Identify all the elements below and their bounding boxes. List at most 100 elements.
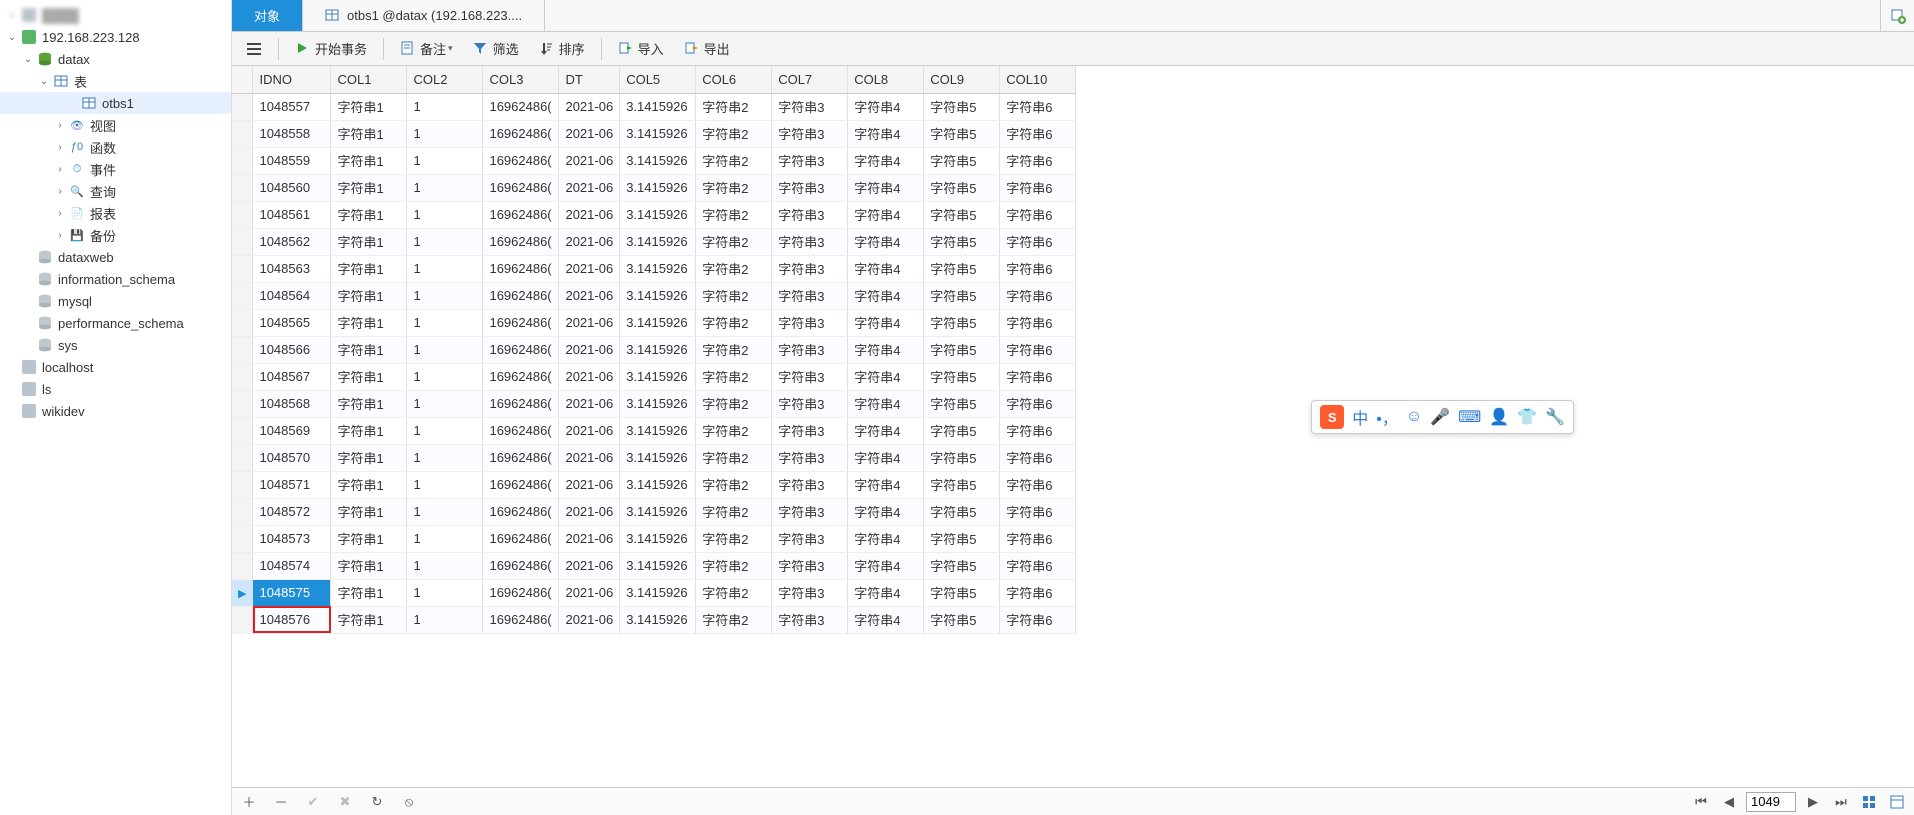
cell[interactable]: 字符串3 — [772, 93, 848, 120]
cell[interactable]: 字符串6 — [1000, 444, 1076, 471]
table-row[interactable]: 1048560字符串1116962486(2021-063.1415926字符串… — [232, 174, 1076, 201]
column-header[interactable]: COL8 — [848, 66, 924, 93]
cell[interactable]: 字符串4 — [848, 282, 924, 309]
prev-page-button[interactable]: ◀ — [1718, 791, 1740, 813]
cell[interactable]: 2021-06 — [559, 417, 620, 444]
cell[interactable]: 字符串4 — [848, 255, 924, 282]
cell[interactable]: 字符串2 — [696, 417, 772, 444]
cell[interactable]: 2021-06 — [559, 120, 620, 147]
cell[interactable]: 字符串1 — [331, 228, 407, 255]
cell[interactable]: 字符串1 — [331, 390, 407, 417]
cell[interactable]: 字符串1 — [331, 471, 407, 498]
cell[interactable]: 2021-06 — [559, 390, 620, 417]
cell[interactable]: 1 — [407, 390, 483, 417]
cell[interactable]: 1 — [407, 552, 483, 579]
cancel-edit-button[interactable]: ✖ — [334, 791, 356, 813]
cell[interactable]: 字符串3 — [772, 255, 848, 282]
cell[interactable]: 1 — [407, 471, 483, 498]
cell-idno[interactable]: 1048564 — [253, 282, 331, 309]
column-header[interactable]: COL9 — [924, 66, 1000, 93]
cell[interactable]: 16962486( — [483, 120, 559, 147]
cell[interactable]: 字符串4 — [848, 579, 924, 606]
tab-object[interactable]: 对象 — [232, 0, 303, 31]
cell[interactable]: 16962486( — [483, 417, 559, 444]
cell[interactable]: 字符串5 — [924, 309, 1000, 336]
cell[interactable]: 字符串2 — [696, 606, 772, 633]
cell[interactable]: 16962486( — [483, 579, 559, 606]
cell[interactable]: 1 — [407, 282, 483, 309]
cell[interactable]: 2021-06 — [559, 147, 620, 174]
cell[interactable]: 字符串4 — [848, 309, 924, 336]
cell[interactable]: 2021-06 — [559, 471, 620, 498]
table-row[interactable]: 1048571字符串1116962486(2021-063.1415926字符串… — [232, 471, 1076, 498]
table-row[interactable]: 1048563字符串1116962486(2021-063.1415926字符串… — [232, 255, 1076, 282]
tree-database[interactable]: information_schema — [0, 268, 231, 290]
cell[interactable]: 字符串2 — [696, 336, 772, 363]
cell[interactable]: 3.1415926 — [620, 309, 696, 336]
cell[interactable]: 字符串4 — [848, 336, 924, 363]
cell[interactable]: 字符串4 — [848, 147, 924, 174]
cell[interactable]: 16962486( — [483, 552, 559, 579]
cell[interactable]: 字符串3 — [772, 363, 848, 390]
cell[interactable]: 字符串5 — [924, 336, 1000, 363]
cell-idno[interactable]: 1048571 — [253, 471, 331, 498]
cell[interactable]: 字符串2 — [696, 309, 772, 336]
cell-idno[interactable]: 1048563 — [253, 255, 331, 282]
cell[interactable]: 字符串1 — [331, 498, 407, 525]
cell[interactable]: 字符串4 — [848, 120, 924, 147]
cell[interactable]: 字符串1 — [331, 147, 407, 174]
cell[interactable]: 3.1415926 — [620, 174, 696, 201]
filter-button[interactable]: 筛选 — [465, 36, 527, 62]
column-header[interactable]: COL10 — [1000, 66, 1076, 93]
cell[interactable]: 字符串2 — [696, 228, 772, 255]
tree-subitem[interactable]: ›📄报表 — [0, 202, 231, 224]
cell[interactable]: 1 — [407, 228, 483, 255]
ime-keyboard-icon[interactable]: ⌨ — [1458, 407, 1481, 427]
table-row[interactable]: 1048561字符串1116962486(2021-063.1415926字符串… — [232, 201, 1076, 228]
tree-server[interactable]: ⌄ 192.168.223.128 — [0, 26, 231, 48]
cell[interactable]: 16962486( — [483, 363, 559, 390]
cell[interactable]: 2021-06 — [559, 201, 620, 228]
cell[interactable]: 字符串6 — [1000, 255, 1076, 282]
cell[interactable]: 字符串6 — [1000, 309, 1076, 336]
cell[interactable]: 字符串3 — [772, 201, 848, 228]
cell[interactable]: 字符串2 — [696, 498, 772, 525]
cell[interactable]: 字符串2 — [696, 444, 772, 471]
cell[interactable]: 16962486( — [483, 201, 559, 228]
cell[interactable]: 1 — [407, 363, 483, 390]
cell[interactable]: 字符串6 — [1000, 390, 1076, 417]
cell[interactable]: 字符串2 — [696, 390, 772, 417]
cell[interactable]: 字符串5 — [924, 552, 1000, 579]
ime-toolbar[interactable]: S 中 •， ☺ 🎤 ⌨ 👤 👕 🔧 — [1311, 400, 1574, 434]
cell[interactable]: 字符串1 — [331, 525, 407, 552]
tree-server[interactable]: wikidev — [0, 400, 231, 422]
cell[interactable]: 字符串4 — [848, 471, 924, 498]
cell[interactable]: 字符串1 — [331, 417, 407, 444]
cell[interactable]: 字符串2 — [696, 471, 772, 498]
cell[interactable]: 16962486( — [483, 336, 559, 363]
cell[interactable]: 字符串5 — [924, 363, 1000, 390]
cell[interactable]: 1 — [407, 579, 483, 606]
table-row[interactable]: 1048567字符串1116962486(2021-063.1415926字符串… — [232, 363, 1076, 390]
cell[interactable]: 字符串4 — [848, 444, 924, 471]
column-header[interactable]: COL7 — [772, 66, 848, 93]
cell[interactable]: 字符串2 — [696, 201, 772, 228]
cell[interactable]: 字符串4 — [848, 552, 924, 579]
cell[interactable]: 3.1415926 — [620, 390, 696, 417]
cell[interactable]: 字符串3 — [772, 417, 848, 444]
cell-idno[interactable]: 1048570 — [253, 444, 331, 471]
cell-idno[interactable]: 1048576 — [253, 606, 331, 633]
cell[interactable]: 16962486( — [483, 606, 559, 633]
cell[interactable]: 字符串3 — [772, 390, 848, 417]
cell[interactable]: 3.1415926 — [620, 552, 696, 579]
cell[interactable]: 字符串1 — [331, 201, 407, 228]
connection-tree[interactable]: › ████ ⌄ 192.168.223.128 ⌄ datax ⌄ 表 — [0, 0, 232, 815]
cell[interactable]: 16962486( — [483, 255, 559, 282]
cell[interactable]: 3.1415926 — [620, 201, 696, 228]
cell[interactable]: 字符串1 — [331, 579, 407, 606]
cell[interactable]: 3.1415926 — [620, 444, 696, 471]
table-row[interactable]: 1048568字符串1116962486(2021-063.1415926字符串… — [232, 390, 1076, 417]
cell[interactable]: 2021-06 — [559, 93, 620, 120]
sogou-logo-icon[interactable]: S — [1320, 405, 1344, 429]
cell[interactable]: 字符串3 — [772, 120, 848, 147]
